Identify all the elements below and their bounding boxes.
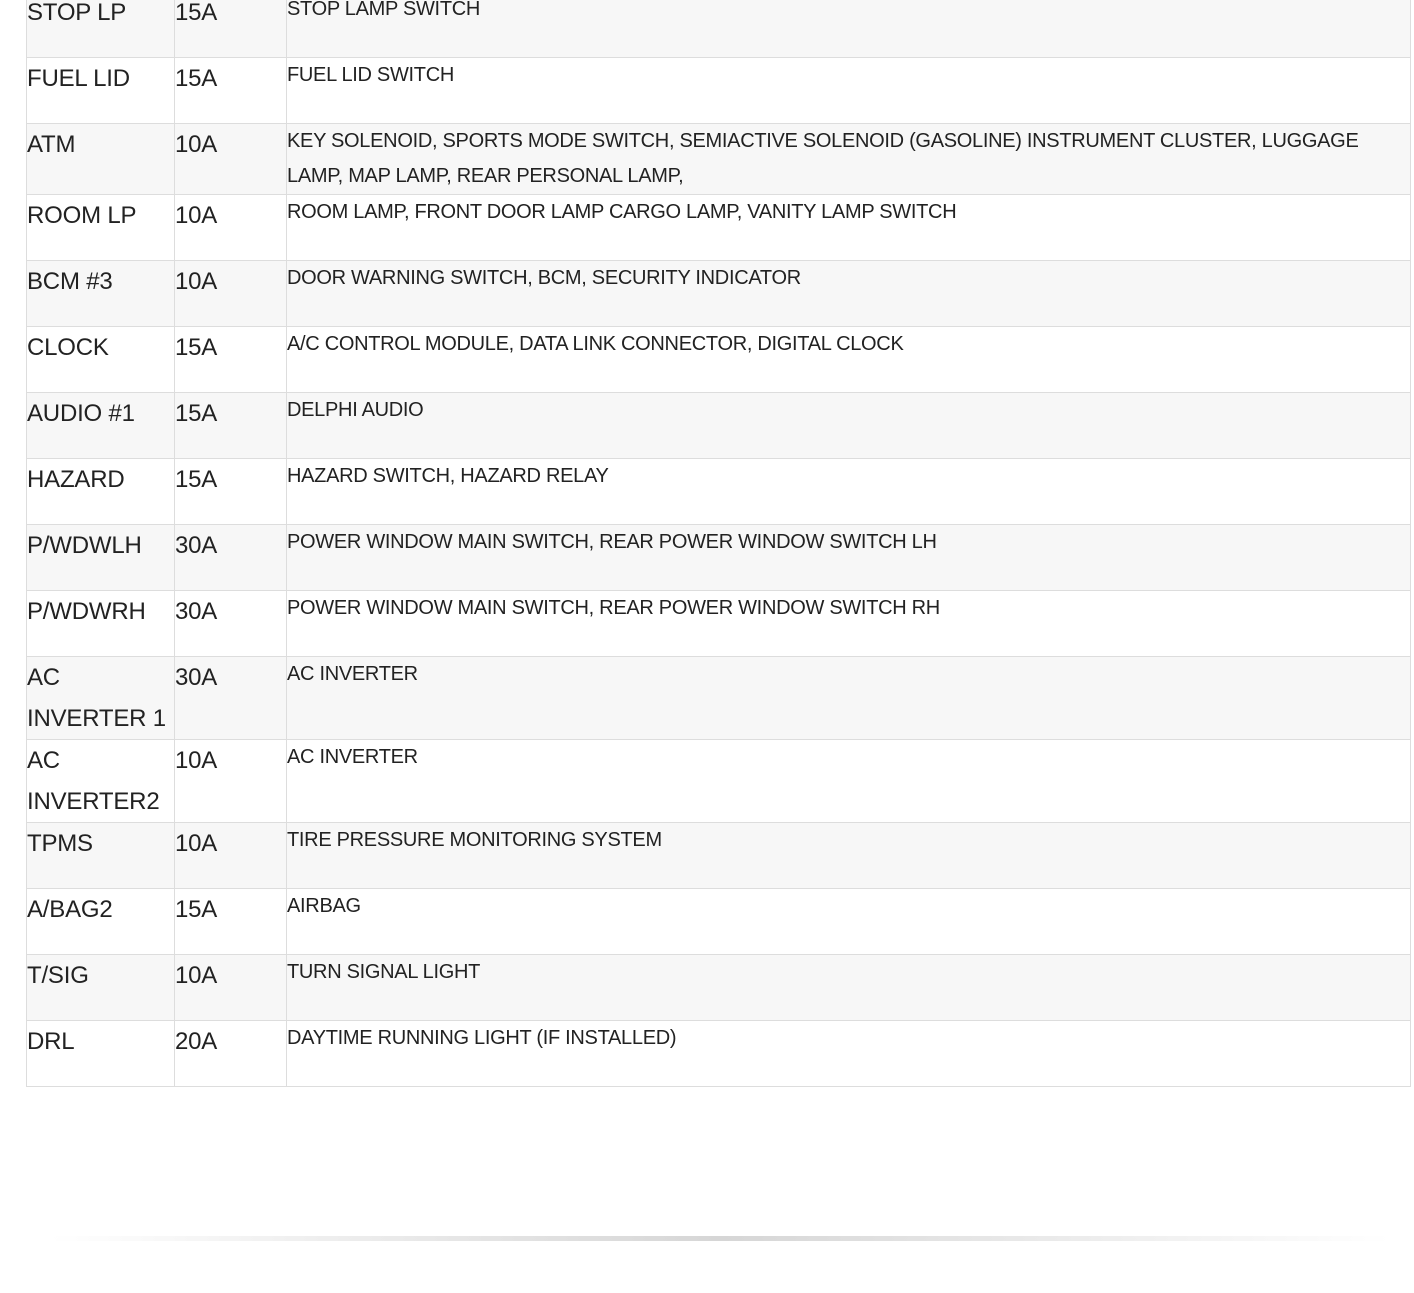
fuse-rating-cell: 15A <box>174 0 287 58</box>
fuse-name-cell: TPMS <box>26 822 175 889</box>
fuse-rating-cell: 10A <box>174 194 287 261</box>
fuse-description-cell: KEY SOLENOID, SPORTS MODE SWITCH, SEMIAC… <box>286 123 1411 195</box>
fuse-name-cell: BCM #3 <box>26 260 175 327</box>
fuse-rating-cell: 20A <box>174 1020 287 1087</box>
fuse-description-cell: POWER WINDOW MAIN SWITCH, REAR POWER WIN… <box>286 524 1411 591</box>
fuse-rating-cell: 10A <box>174 822 287 889</box>
table-row: DRL 20A DAYTIME RUNNING LIGHT (IF INSTALLE… <box>26 1020 1411 1087</box>
fuse-table: STOP LP 15A STOP LAMP SWITCH FUEL LID 15A FUE… <box>26 0 1411 1087</box>
fuse-rating-cell: 15A <box>174 458 287 525</box>
fuse-rating-cell: 15A <box>174 57 287 124</box>
fuse-name-cell: AC INVERTER2 <box>26 739 175 823</box>
table-row: BCM #3 10A DOOR WARNING SWITCH, BCM, SECUR… <box>26 260 1411 327</box>
fuse-description-cell: TIRE PRESSURE MONITORING SYSTEM <box>286 822 1411 889</box>
table-row: A/BAG2 15A AIRBAG <box>26 888 1411 955</box>
table-row: STOP LP 15A STOP LAMP SWITCH <box>26 0 1411 58</box>
fuse-rating-cell: 30A <box>174 590 287 657</box>
fuse-name-cell: P/WDWLH <box>26 524 175 591</box>
fuse-description-cell: HAZARD SWITCH, HAZARD RELAY <box>286 458 1411 525</box>
fuse-rating-cell: 30A <box>174 656 287 740</box>
fuse-rating-cell: 10A <box>174 739 287 823</box>
fuse-name-cell: AC INVERTER 1 <box>26 656 175 740</box>
fuse-name-cell: FUEL LID <box>26 57 175 124</box>
fuse-description-cell: TURN SIGNAL LIGHT <box>286 954 1411 1021</box>
table-row: T/SIG 10A TURN SIGNAL LIGHT <box>26 954 1411 1021</box>
fuse-description-cell: DOOR WARNING SWITCH, BCM, SECURITY INDIC… <box>286 260 1411 327</box>
fuse-name-cell: DRL <box>26 1020 175 1087</box>
fuse-description-cell: DELPHI AUDIO <box>286 392 1411 459</box>
table-row: AC INVERTER2 10A AC INVERTER <box>26 739 1411 823</box>
fuse-name-cell: P/WDWRH <box>26 590 175 657</box>
fuse-rating-cell: 15A <box>174 392 287 459</box>
fuse-name-cell: A/BAG2 <box>26 888 175 955</box>
fuse-name-cell: HAZARD <box>26 458 175 525</box>
fuse-description-cell: POWER WINDOW MAIN SWITCH, REAR POWER WIN… <box>286 590 1411 657</box>
fuse-description-cell: ROOM LAMP, FRONT DOOR LAMP CARGO LAMP, V… <box>286 194 1411 261</box>
fuse-rating-cell: 15A <box>174 888 287 955</box>
fuse-rating-cell: 15A <box>174 326 287 393</box>
fuse-description-cell: STOP LAMP SWITCH <box>286 0 1411 58</box>
fuse-name-cell: AUDIO #1 <box>26 392 175 459</box>
table-row: AUDIO #1 15A DELPHI AUDIO <box>26 392 1411 459</box>
table-row: CLOCK 15A A/C CONTROL MODULE, DATA LINK CO… <box>26 326 1411 393</box>
fuse-table-container: STOP LP 15A STOP LAMP SWITCH FUEL LID 15A FUE… <box>26 0 1411 1087</box>
fuse-description-cell: A/C CONTROL MODULE, DATA LINK CONNECTOR,… <box>286 326 1411 393</box>
fuse-name-cell: T/SIG <box>26 954 175 1021</box>
fuse-name-cell: CLOCK <box>26 326 175 393</box>
fuse-description-cell: AC INVERTER <box>286 656 1411 740</box>
table-row: ROOM LP 10A ROOM LAMP, FRONT DOOR LAMP CAR… <box>26 194 1411 261</box>
fuse-name-cell: STOP LP <box>26 0 175 58</box>
table-row: FUEL LID 15A FUEL LID SWITCH <box>26 57 1411 124</box>
fuse-rating-cell: 30A <box>174 524 287 591</box>
fuse-rating-cell: 10A <box>174 123 287 195</box>
fuse-name-cell: ROOM LP <box>26 194 175 261</box>
fuse-description-cell: FUEL LID SWITCH <box>286 57 1411 124</box>
fuse-description-cell: AIRBAG <box>286 888 1411 955</box>
table-row: P/WDWLH 30A POWER WINDOW MAIN SWITCH, REAR… <box>26 524 1411 591</box>
fuse-table-body: STOP LP 15A STOP LAMP SWITCH FUEL LID 15A FUE… <box>26 0 1411 1087</box>
fuse-description-cell: AC INVERTER <box>286 739 1411 823</box>
fuse-description-cell: DAYTIME RUNNING LIGHT (IF INSTALLED) <box>286 1020 1411 1087</box>
table-row: P/WDWRH 30A POWER WINDOW MAIN SWITCH, REAR… <box>26 590 1411 657</box>
table-row: ATM 10A KEY SOLENOID, SPORTS MODE SWITCH, … <box>26 123 1411 195</box>
table-row: AC INVERTER 1 30A AC INVERTER <box>26 656 1411 740</box>
fuse-rating-cell: 10A <box>174 954 287 1021</box>
table-row: TPMS 10A TIRE PRESSURE MONITORING SYSTEM <box>26 822 1411 889</box>
fuse-rating-cell: 10A <box>174 260 287 327</box>
fuse-name-cell: ATM <box>26 123 175 195</box>
table-row: HAZARD 15A HAZARD SWITCH, HAZARD RELAY <box>26 458 1411 525</box>
section-divider <box>50 1236 1390 1241</box>
